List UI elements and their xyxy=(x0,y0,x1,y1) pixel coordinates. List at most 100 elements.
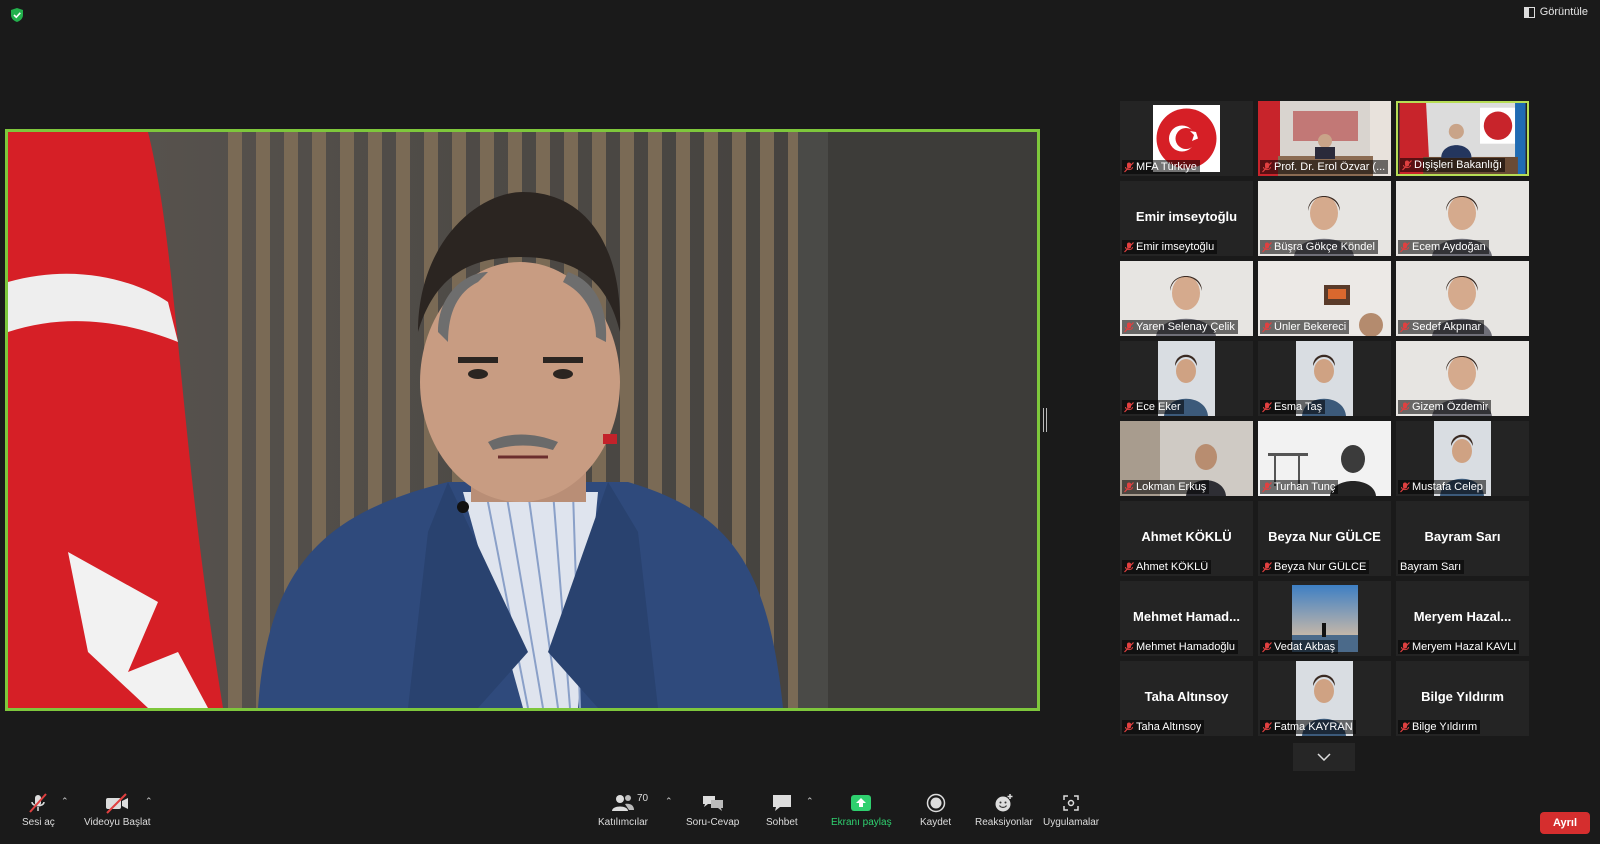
participant-tile[interactable]: Ünler Bekereci xyxy=(1258,261,1391,336)
participant-name: Mehmet Hamadoğlu xyxy=(1136,641,1236,653)
participant-name-label: Ahmet KÖKLÜ xyxy=(1122,560,1212,574)
participant-tile[interactable]: Fatma KAYRAN xyxy=(1258,661,1391,736)
mic-muted-icon xyxy=(1124,321,1134,332)
participants-options-caret[interactable]: ⌃ xyxy=(665,796,673,807)
unmute-label: Sesi aç xyxy=(22,817,55,828)
gallery-next-page-button[interactable] xyxy=(1293,743,1355,771)
participant-tile[interactable]: Yaren Selenay Çelik xyxy=(1120,261,1253,336)
participant-name: Meryem Hazal KAVLI xyxy=(1412,641,1517,653)
participant-name: Vedat Akbaş xyxy=(1274,641,1336,653)
qa-icon xyxy=(702,796,723,811)
share-screen-button[interactable]: Ekranı paylaş xyxy=(831,790,892,828)
participant-display-name: Taha Altınsoy xyxy=(1144,689,1229,704)
mic-muted-icon xyxy=(1262,161,1272,172)
apps-button[interactable]: Uygulamalar xyxy=(1043,790,1099,828)
participants-label: Katılımcılar xyxy=(598,817,649,828)
participant-tile[interactable]: Ahmet KÖKLÜ Ahmet KÖKLÜ xyxy=(1120,501,1253,576)
participant-tile[interactable]: Ece Eker xyxy=(1120,341,1253,416)
mic-muted-icon xyxy=(1400,641,1410,652)
mic-muted-icon xyxy=(1402,159,1412,170)
unmute-button[interactable]: Sesi aç xyxy=(22,790,55,828)
mic-muted-icon xyxy=(1262,641,1272,652)
meeting-toolbar: Sesi aç ⌃ Videoyu Başlat ⌃ Katılımcılar … xyxy=(0,790,1600,844)
participant-tile[interactable]: Vedat Akbaş xyxy=(1258,581,1391,656)
participant-name: Mustafa Celep xyxy=(1412,481,1483,493)
participant-name: Dışişleri Bakanlığı xyxy=(1414,159,1503,171)
chat-label: Sohbet xyxy=(766,817,798,828)
start-video-button[interactable]: Videoyu Başlat xyxy=(84,790,151,828)
participant-name-label: Mustafa Celep xyxy=(1398,480,1486,494)
participant-tile[interactable]: Prof. Dr. Erol Özvar (... xyxy=(1258,101,1391,176)
mic-muted-icon xyxy=(1400,241,1410,252)
mic-muted-icon xyxy=(1124,401,1134,412)
apps-icon xyxy=(1063,795,1079,811)
participant-name: Yaren Selenay Çelik xyxy=(1136,321,1235,333)
participant-tile[interactable]: Bayram Sarı Bayram Sarı xyxy=(1396,501,1529,576)
reactions-label: Reaksiyonlar xyxy=(975,817,1033,828)
participant-name: Ahmet KÖKLÜ xyxy=(1136,561,1209,573)
video-off-icon xyxy=(106,793,129,814)
participant-tile[interactable]: Sedef Akpınar xyxy=(1396,261,1529,336)
mic-muted-icon xyxy=(1400,401,1410,412)
leave-meeting-button[interactable]: Ayrıl xyxy=(1540,812,1590,834)
encryption-shield-icon[interactable] xyxy=(10,7,24,23)
active-speaker-frame xyxy=(8,132,1037,708)
participant-tile[interactable]: Gizem Özdemir xyxy=(1396,341,1529,416)
participant-tile[interactable]: Ecem Aydoğan xyxy=(1396,181,1529,256)
mic-muted-icon xyxy=(1124,161,1134,172)
participant-name: Gizem Özdemir xyxy=(1412,401,1489,413)
participant-name-label: Vedat Akbaş xyxy=(1260,640,1339,654)
participant-name: Ece Eker xyxy=(1136,401,1181,413)
participant-name: Prof. Dr. Erol Özvar (... xyxy=(1274,161,1386,173)
view-button[interactable]: Görüntüle xyxy=(1523,6,1588,18)
participant-name: Esma Taş xyxy=(1274,401,1323,413)
chat-button[interactable]: Sohbet xyxy=(766,790,798,828)
participant-tile[interactable]: Lokman Erkuş xyxy=(1120,421,1253,496)
participant-tile[interactable]: Meryem Hazal... Meryem Hazal KAVLI xyxy=(1396,581,1529,656)
participant-tile[interactable]: Bilge Yıldırım Bilge Yıldırım xyxy=(1396,661,1529,736)
participant-tile[interactable]: Esma Taş xyxy=(1258,341,1391,416)
participant-name-label: Meryem Hazal KAVLI xyxy=(1398,640,1520,654)
active-speaker-video[interactable] xyxy=(5,129,1040,711)
participant-name: Emir imseytoğlu xyxy=(1136,241,1215,253)
participant-name: Turhan Tunç xyxy=(1274,481,1336,493)
mic-muted-icon xyxy=(1124,641,1134,652)
participant-count: 70 xyxy=(637,793,649,804)
participant-display-name: Mehmet Hamad... xyxy=(1133,609,1240,624)
participant-name-label: MFA Türkiye xyxy=(1122,160,1200,174)
participant-display-name: Bayram Sarı xyxy=(1424,529,1501,544)
record-button[interactable]: Kaydet xyxy=(920,790,951,828)
reactions-button[interactable]: Reaksiyonlar xyxy=(975,790,1033,828)
participant-tile[interactable]: Taha Altınsoy Taha Altınsoy xyxy=(1120,661,1253,736)
participant-tile[interactable]: MFA Türkiye xyxy=(1120,101,1253,176)
participant-name: Bayram Sarı xyxy=(1400,561,1462,573)
participant-name: Büşra Gökçe Köndel xyxy=(1274,241,1375,253)
participant-name-label: Beyza Nur GÜLCE xyxy=(1260,560,1370,574)
participant-name-label: Prof. Dr. Erol Özvar (... xyxy=(1260,160,1389,174)
participant-name-label: Ecem Aydoğan xyxy=(1398,240,1489,254)
participant-tile[interactable]: Turhan Tunç xyxy=(1258,421,1391,496)
qa-button[interactable]: Soru-Cevap xyxy=(686,790,739,828)
audio-options-caret[interactable]: ⌃ xyxy=(61,796,69,807)
participant-name: Fatma KAYRAN xyxy=(1274,721,1353,733)
chat-options-caret[interactable]: ⌃ xyxy=(806,796,814,807)
participant-tile[interactable]: Büşra Gökçe Köndel xyxy=(1258,181,1391,256)
participant-tile[interactable]: Mehmet Hamad... Mehmet Hamadoğlu xyxy=(1120,581,1253,656)
video-options-caret[interactable]: ⌃ xyxy=(145,796,153,807)
share-screen-icon xyxy=(851,795,872,811)
participant-tile[interactable]: Mustafa Celep xyxy=(1396,421,1529,496)
participant-name: Lokman Erkuş xyxy=(1136,481,1207,493)
participant-tile[interactable]: Dışişleri Bakanlığı xyxy=(1396,101,1529,176)
participants-icon xyxy=(612,795,634,811)
participant-tile[interactable]: Beyza Nur GÜLCE Beyza Nur GÜLCE xyxy=(1258,501,1391,576)
participant-name-label: Bayram Sarı xyxy=(1398,560,1465,574)
participant-name: Ecem Aydoğan xyxy=(1412,241,1486,253)
participant-tile[interactable]: Emir imseytoğlu Emir imseytoğlu xyxy=(1120,181,1253,256)
mic-muted-icon xyxy=(29,793,48,813)
chat-icon xyxy=(772,795,791,811)
mic-muted-icon xyxy=(1400,481,1410,492)
mic-muted-icon xyxy=(1124,721,1134,732)
panel-resize-handle[interactable] xyxy=(1043,408,1047,432)
participant-name: Sedef Akpınar xyxy=(1412,321,1482,333)
record-icon xyxy=(926,793,945,813)
